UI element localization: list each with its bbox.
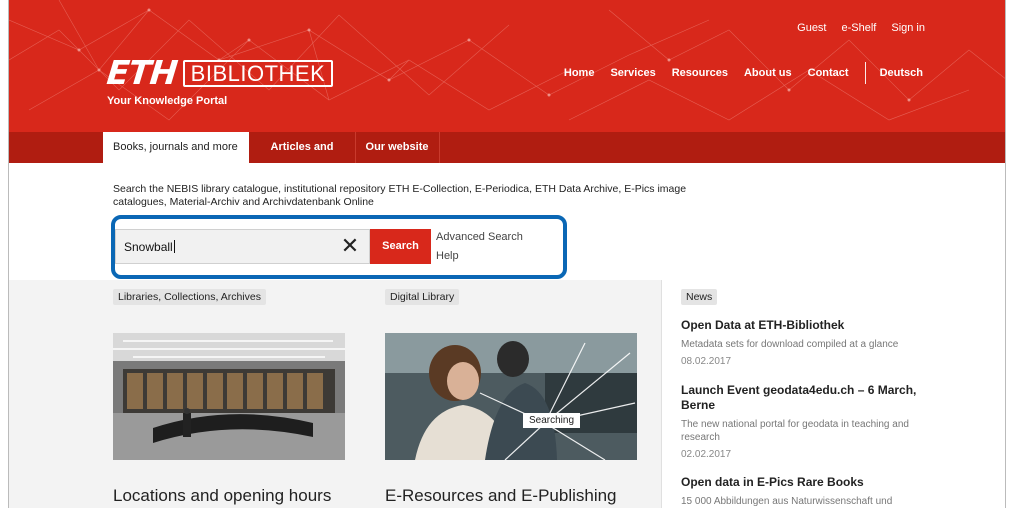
- news-item[interactable]: Open data in E-Pics Rare Books 15 000 Ab…: [681, 475, 941, 508]
- eresources-title[interactable]: E-Resources and E-Publishing: [385, 486, 617, 506]
- nav-resources[interactable]: Resources: [672, 67, 728, 79]
- news-description: 15 000 Abbildungen aus Naturwissenschaft…: [681, 496, 893, 507]
- tab-books-journals[interactable]: Books, journals and more: [103, 132, 249, 163]
- logo-eth-text: ETH: [105, 53, 179, 92]
- library-illustration: [113, 333, 345, 460]
- student-illustration: [385, 333, 637, 460]
- tagline: Your Knowledge Portal: [107, 95, 228, 107]
- site-header: ETH BIBLIOTHEK Your Knowledge Portal Gue…: [9, 0, 1005, 132]
- news-section-label: News: [681, 289, 718, 305]
- news-date: 08.02.2017: [681, 356, 732, 367]
- tab-divider: [439, 132, 440, 163]
- guest-link[interactable]: Guest: [797, 22, 826, 34]
- main-navigation: Home Services Resources About us Contact…: [548, 62, 923, 84]
- news-date: 02.02.2017: [681, 449, 732, 460]
- news-item[interactable]: Open Data at ETH-Bibliothek Metadata set…: [681, 318, 941, 367]
- news-title[interactable]: Open Data at ETH-Bibliothek: [681, 318, 941, 333]
- library-interior-image[interactable]: [113, 333, 345, 460]
- search-scope-tabs: Books, journals and more Articles and mo…: [9, 132, 1005, 184]
- user-links: Guest e-Shelf Sign in: [797, 22, 925, 34]
- nav-about-us[interactable]: About us: [744, 67, 792, 79]
- digital-library-image[interactable]: [385, 333, 637, 460]
- nav-services[interactable]: Services: [610, 67, 655, 79]
- search-highlight-annotation: [111, 215, 567, 279]
- sign-in-link[interactable]: Sign in: [891, 22, 925, 34]
- search-description: Search the NEBIS library catalogue, inst…: [113, 183, 687, 208]
- libraries-section-label: Libraries, Collections, Archives: [113, 289, 266, 305]
- news-description: Metadata sets for download compiled at a…: [681, 339, 899, 350]
- nav-contact[interactable]: Contact: [808, 67, 849, 79]
- nav-home[interactable]: Home: [564, 67, 595, 79]
- searching-caption: Searching: [523, 413, 581, 428]
- news-item[interactable]: Launch Event geodata4edu.ch – 6 March, B…: [681, 383, 941, 460]
- tab-our-website[interactable]: Our website: [355, 132, 439, 163]
- news-description: The new national portal for geodata in t…: [681, 419, 909, 443]
- e-shelf-link[interactable]: e-Shelf: [842, 22, 877, 34]
- locations-title[interactable]: Locations and opening hours: [113, 486, 331, 506]
- news-title[interactable]: Open data in E-Pics Rare Books: [681, 475, 941, 490]
- language-switch[interactable]: Deutsch: [880, 67, 923, 79]
- news-title[interactable]: Launch Event geodata4edu.ch – 6 March, B…: [681, 383, 941, 413]
- browser-page: ETH BIBLIOTHEK Your Knowledge Portal Gue…: [8, 0, 1006, 508]
- tab-articles[interactable]: Articles and more: [249, 132, 355, 184]
- digital-library-section-label: Digital Library: [385, 289, 460, 305]
- eth-bibliothek-logo[interactable]: ETH BIBLIOTHEK: [105, 53, 334, 92]
- nav-divider: [864, 62, 866, 84]
- logo-bibliothek-text: BIBLIOTHEK: [182, 59, 334, 87]
